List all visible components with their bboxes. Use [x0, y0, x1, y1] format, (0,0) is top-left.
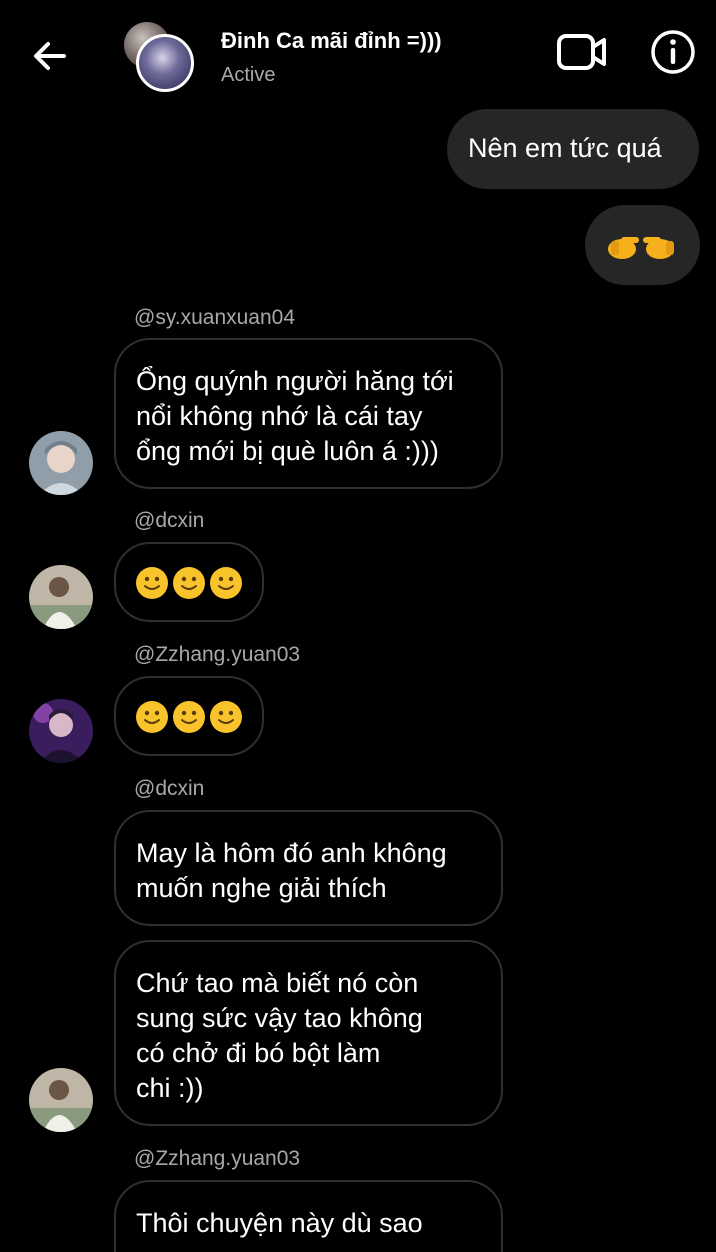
back-arrow-icon[interactable] — [28, 34, 72, 78]
message-line: sung sức vậy tao không — [136, 1003, 423, 1033]
sender-avatar[interactable] — [29, 431, 93, 495]
incoming-message[interactable]: Chứ tao mà biết nó còn sung sức vậy tao … — [114, 940, 503, 1126]
sender-avatar[interactable] — [29, 565, 93, 629]
group-avatar[interactable] — [124, 22, 196, 92]
sender-avatar[interactable] — [29, 1068, 93, 1132]
message-line: muốn nghe giải thích — [136, 873, 387, 903]
message-line: May là hôm đó anh không — [136, 838, 447, 868]
chat-screen: Đinh Ca mãi đỉnh =))) Active Nên em tức … — [0, 0, 716, 1252]
message-line: ổng mới bị què luôn á :))) — [136, 436, 439, 466]
slightly-smiling-face-icon — [136, 701, 168, 733]
incoming-message[interactable]: May là hôm đó anh không muốn nghe giải t… — [114, 810, 503, 926]
message-line: có chở đi bó bột làm — [136, 1038, 381, 1068]
outgoing-message[interactable]: Nên em tức quá — [447, 109, 699, 189]
incoming-emoji-message[interactable] — [114, 676, 264, 756]
message-text: Nên em tức quá — [468, 133, 662, 163]
message-line: chi :)) — [136, 1073, 204, 1103]
outgoing-emoji-message[interactable] — [585, 205, 700, 285]
chat-header: Đinh Ca mãi đỉnh =))) Active — [0, 0, 716, 104]
sender-username[interactable]: @sy.xuanxuan04 — [134, 306, 295, 330]
incoming-message[interactable]: Thôi chuyện này dù sao — [114, 1180, 503, 1252]
slightly-smiling-face-icon — [173, 701, 205, 733]
sender-username[interactable]: @Zzhang.yuan03 — [134, 1147, 300, 1171]
message-line: nổi không nhớ là cái tay — [136, 401, 423, 431]
sender-username[interactable]: @dcxin — [134, 509, 204, 533]
slightly-smiling-face-icon — [210, 701, 242, 733]
smile-emoji-row — [135, 566, 262, 600]
slightly-smiling-face-icon — [136, 567, 168, 599]
sender-username[interactable]: @Zzhang.yuan03 — [134, 643, 300, 667]
incoming-message[interactable]: Ổng quýnh người hăng tới nổi không nhớ l… — [114, 338, 503, 489]
sender-avatar[interactable] — [29, 699, 93, 763]
sender-username[interactable]: @dcxin — [134, 777, 204, 801]
message-line: Ổng quýnh người hăng tới — [136, 366, 454, 396]
message-line: Chứ tao mà biết nó còn — [136, 968, 419, 998]
incoming-emoji-message[interactable] — [114, 542, 264, 622]
slightly-smiling-face-icon — [210, 567, 242, 599]
active-status: Active — [221, 64, 276, 86]
chat-title[interactable]: Đinh Ca mãi đỉnh =))) — [221, 28, 442, 54]
slightly-smiling-face-icon — [173, 567, 205, 599]
message-line: Thôi chuyện này dù sao — [136, 1208, 423, 1238]
avatar-front — [136, 34, 194, 92]
smile-emoji-row — [135, 700, 262, 734]
pointing-hands-icon — [608, 237, 674, 259]
info-icon[interactable] — [650, 29, 696, 75]
video-call-icon[interactable] — [556, 30, 608, 74]
